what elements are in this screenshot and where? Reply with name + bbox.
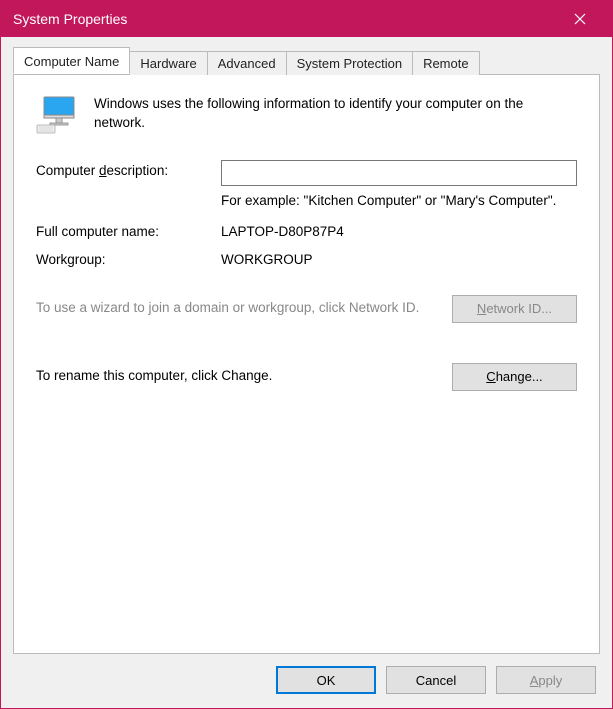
- hint-network-id: To use a wizard to join a domain or work…: [36, 299, 440, 318]
- tab-hardware[interactable]: Hardware: [129, 51, 207, 75]
- tab-advanced[interactable]: Advanced: [207, 51, 287, 75]
- tab-strip: Computer Name Hardware Advanced System P…: [13, 47, 600, 74]
- system-properties-window: System Properties Computer Name Hardware…: [0, 0, 613, 709]
- input-computer-description[interactable]: [221, 160, 577, 186]
- cancel-button[interactable]: Cancel: [386, 666, 486, 694]
- value-workgroup: WORKGROUP: [221, 249, 577, 267]
- window-title: System Properties: [13, 11, 127, 27]
- apply-button[interactable]: Apply: [496, 666, 596, 694]
- row-network-id: To use a wizard to join a domain or work…: [36, 295, 577, 323]
- titlebar: System Properties: [1, 1, 612, 37]
- intro-row: Windows uses the following information t…: [36, 95, 577, 138]
- close-button[interactable]: [560, 1, 600, 37]
- client-area: Computer Name Hardware Advanced System P…: [1, 37, 612, 708]
- change-button[interactable]: Change...: [452, 363, 577, 391]
- hint-computer-description: For example: "Kitchen Computer" or "Mary…: [221, 192, 577, 211]
- close-icon: [574, 13, 586, 25]
- hint-change: To rename this computer, click Change.: [36, 367, 440, 386]
- tab-computer-name[interactable]: Computer Name: [13, 47, 130, 74]
- tab-panel-computer-name: Windows uses the following information t…: [13, 74, 600, 654]
- value-full-computer-name: LAPTOP-D80P87P4: [221, 221, 577, 239]
- row-workgroup: Workgroup: WORKGROUP: [36, 249, 577, 267]
- intro-text: Windows uses the following information t…: [94, 95, 577, 133]
- dialog-footer: OK Cancel Apply: [13, 654, 600, 696]
- row-full-computer-name: Full computer name: LAPTOP-D80P87P4: [36, 221, 577, 239]
- network-id-button[interactable]: Network ID...: [452, 295, 577, 323]
- row-change: To rename this computer, click Change. C…: [36, 363, 577, 391]
- ok-button[interactable]: OK: [276, 666, 376, 694]
- tab-remote[interactable]: Remote: [412, 51, 480, 75]
- tab-system-protection[interactable]: System Protection: [286, 51, 414, 75]
- label-computer-description: Computer description:: [36, 160, 221, 178]
- computer-icon: [36, 95, 78, 138]
- label-workgroup: Workgroup:: [36, 249, 221, 267]
- row-computer-description: Computer description: For example: "Kitc…: [36, 160, 577, 211]
- label-full-computer-name: Full computer name:: [36, 221, 221, 239]
